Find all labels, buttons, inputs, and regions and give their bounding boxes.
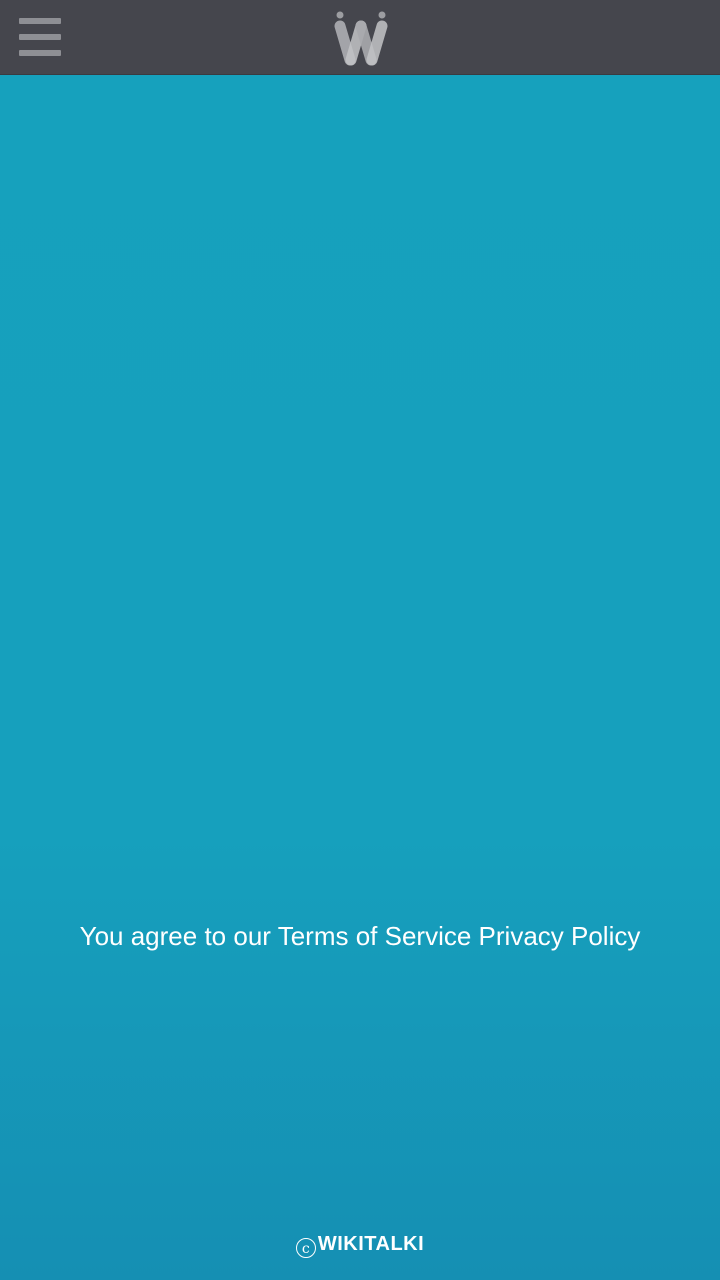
- menu-button[interactable]: [18, 16, 62, 60]
- terms-of-service-link[interactable]: Terms of Service: [278, 921, 472, 951]
- app-screen: You agree to our Terms of Service Privac…: [0, 0, 720, 1280]
- wikitalki-logo-icon: [334, 11, 388, 66]
- brand-name: WIKITALKI: [317, 1233, 425, 1255]
- copyright-icon: c: [295, 1238, 316, 1258]
- terms-agreement-text: You agree to our Terms of Service Privac…: [0, 918, 720, 954]
- top-app-bar: [0, 0, 720, 75]
- privacy-policy-link[interactable]: Privacy Policy: [479, 921, 641, 951]
- hamburger-menu-icon-bar: [19, 34, 61, 40]
- agreement-prefix: You agree to our: [79, 921, 271, 951]
- hamburger-menu-icon: [19, 18, 61, 24]
- copyright-footer: c WIKITALKI: [0, 1230, 720, 1258]
- hamburger-menu-icon-bar: [19, 50, 61, 56]
